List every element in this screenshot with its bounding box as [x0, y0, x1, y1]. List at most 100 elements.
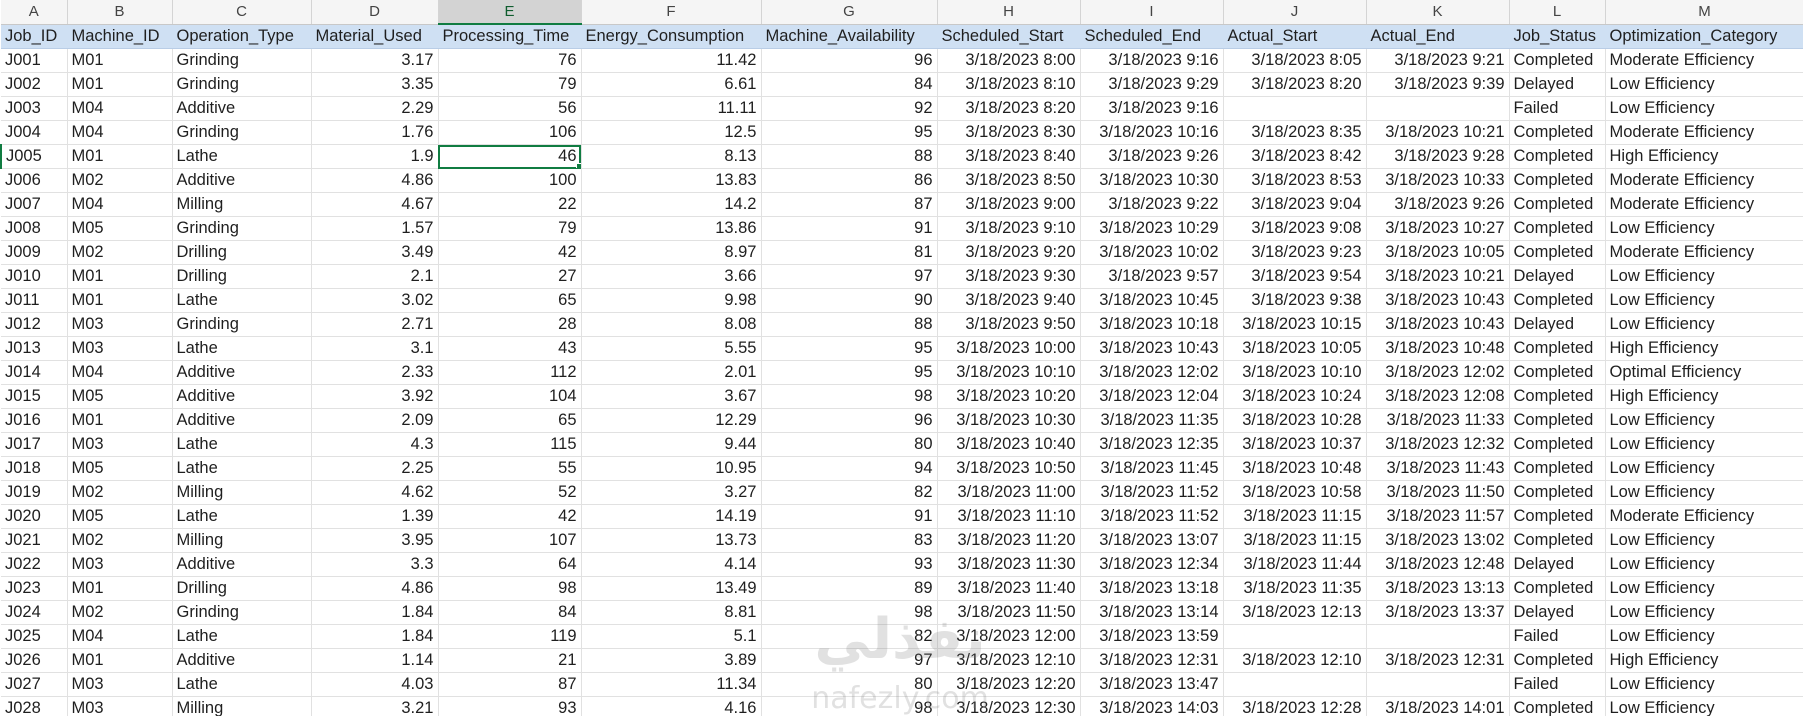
- table-cell[interactable]: 3/18/2023 11:10: [937, 504, 1081, 529]
- table-cell[interactable]: M04: [67, 120, 173, 145]
- table-cell[interactable]: Lathe: [172, 288, 312, 313]
- table-cell[interactable]: Grinding: [172, 48, 312, 73]
- table-cell[interactable]: 3/18/2023 9:00: [937, 192, 1081, 217]
- table-cell[interactable]: 2.29: [311, 96, 439, 121]
- table-cell[interactable]: 11.11: [581, 96, 762, 121]
- table-cell[interactable]: 81: [761, 240, 938, 265]
- table-cell[interactable]: M03: [67, 552, 173, 577]
- table-cell[interactable]: 91: [761, 504, 938, 529]
- table-cell[interactable]: 98: [761, 600, 938, 625]
- table-cell[interactable]: 22: [438, 192, 582, 217]
- table-cell[interactable]: 3/18/2023 8:20: [1223, 72, 1367, 97]
- table-cell[interactable]: M02: [67, 528, 173, 553]
- table-cell[interactable]: Moderate Efficiency: [1605, 120, 1803, 145]
- table-cell[interactable]: 3/18/2023 12:02: [1366, 360, 1510, 385]
- table-cell[interactable]: 94: [761, 456, 938, 481]
- table-cell[interactable]: 8.97: [581, 240, 762, 265]
- table-cell[interactable]: 90: [761, 288, 938, 313]
- table-cell[interactable]: J028: [1, 696, 68, 716]
- table-cell[interactable]: 3/18/2023 9:26: [1366, 192, 1510, 217]
- table-cell[interactable]: 4.86: [311, 576, 439, 601]
- table-cell[interactable]: 12.5: [581, 120, 762, 145]
- table-cell[interactable]: 115: [438, 432, 582, 457]
- table-cell[interactable]: 3/18/2023 11:50: [937, 600, 1081, 625]
- header-cell[interactable]: Scheduled_Start: [937, 24, 1081, 49]
- table-cell[interactable]: Lathe: [172, 504, 312, 529]
- table-cell[interactable]: 91: [761, 216, 938, 241]
- table-cell[interactable]: 3/18/2023 10:50: [937, 456, 1081, 481]
- table-cell[interactable]: M02: [67, 480, 173, 505]
- table-cell[interactable]: 3/18/2023 11:50: [1366, 480, 1510, 505]
- table-cell[interactable]: J020: [1, 504, 68, 529]
- table-cell[interactable]: Completed: [1509, 360, 1606, 385]
- table-cell[interactable]: 4.86: [311, 168, 439, 193]
- table-cell[interactable]: 3.3: [311, 552, 439, 577]
- table-cell[interactable]: 3/18/2023 9:57: [1080, 264, 1224, 289]
- header-cell[interactable]: Actual_End: [1366, 24, 1510, 49]
- table-cell[interactable]: 3/18/2023 10:28: [1223, 408, 1367, 433]
- table-cell[interactable]: M05: [67, 456, 173, 481]
- table-cell[interactable]: Moderate Efficiency: [1605, 168, 1803, 193]
- table-cell[interactable]: 11.34: [581, 672, 762, 697]
- table-cell[interactable]: 1.39: [311, 504, 439, 529]
- table-cell[interactable]: Additive: [172, 360, 312, 385]
- table-cell[interactable]: J005: [0, 144, 68, 169]
- table-cell[interactable]: 4.03: [311, 672, 439, 697]
- table-cell[interactable]: 3/18/2023 10:48: [1223, 456, 1367, 481]
- table-cell[interactable]: Additive: [172, 168, 312, 193]
- table-cell[interactable]: 3/18/2023 12:48: [1366, 552, 1510, 577]
- table-cell[interactable]: 5.1: [581, 624, 762, 649]
- table-cell[interactable]: 3/18/2023 12:31: [1366, 648, 1510, 673]
- table-cell[interactable]: 3/18/2023 12:32: [1366, 432, 1510, 457]
- table-cell[interactable]: Lathe: [172, 456, 312, 481]
- table-cell[interactable]: M03: [67, 696, 173, 716]
- table-cell[interactable]: Completed: [1509, 216, 1606, 241]
- table-cell[interactable]: 9.44: [581, 432, 762, 457]
- column-letter-c[interactable]: C: [172, 0, 312, 25]
- table-cell[interactable]: 96: [761, 408, 938, 433]
- table-cell[interactable]: 93: [761, 552, 938, 577]
- table-cell[interactable]: 3/18/2023 13:59: [1080, 624, 1224, 649]
- column-letter-m[interactable]: M: [1605, 0, 1803, 25]
- table-cell[interactable]: 3/18/2023 10:21: [1366, 120, 1510, 145]
- table-cell[interactable]: J019: [1, 480, 68, 505]
- table-cell[interactable]: 89: [761, 576, 938, 601]
- table-cell[interactable]: 3/18/2023 9:04: [1223, 192, 1367, 217]
- table-cell[interactable]: 3/18/2023 12:10: [1223, 648, 1367, 673]
- table-cell[interactable]: J017: [1, 432, 68, 457]
- table-cell[interactable]: J021: [1, 528, 68, 553]
- table-cell[interactable]: Completed: [1509, 408, 1606, 433]
- table-cell[interactable]: 11.42: [581, 48, 762, 73]
- table-cell[interactable]: 3/18/2023 11:20: [937, 528, 1081, 553]
- table-cell[interactable]: Delayed: [1509, 72, 1606, 97]
- table-cell[interactable]: 3/18/2023 10:45: [1080, 288, 1224, 313]
- table-cell[interactable]: 4.14: [581, 552, 762, 577]
- table-cell[interactable]: Low Efficiency: [1605, 600, 1803, 625]
- table-cell[interactable]: 3/18/2023 10:05: [1366, 240, 1510, 265]
- table-cell[interactable]: J002: [1, 72, 68, 97]
- table-cell[interactable]: Completed: [1509, 240, 1606, 265]
- table-cell[interactable]: [1223, 672, 1367, 697]
- table-cell[interactable]: 3/18/2023 12:10: [937, 648, 1081, 673]
- table-cell[interactable]: 84: [761, 72, 938, 97]
- table-cell[interactable]: 3/18/2023 11:52: [1080, 504, 1224, 529]
- table-cell[interactable]: 3/18/2023 8:30: [937, 120, 1081, 145]
- table-cell[interactable]: 13.83: [581, 168, 762, 193]
- table-cell[interactable]: 3/18/2023 12:04: [1080, 384, 1224, 409]
- table-cell[interactable]: 3/18/2023 9:21: [1366, 48, 1510, 73]
- table-cell[interactable]: 3/18/2023 10:16: [1080, 120, 1224, 145]
- table-cell[interactable]: Milling: [172, 528, 312, 553]
- column-letter-e[interactable]: E: [438, 0, 582, 25]
- table-cell[interactable]: 3/18/2023 10:30: [937, 408, 1081, 433]
- table-cell[interactable]: J016: [1, 408, 68, 433]
- table-cell[interactable]: 79: [438, 216, 582, 241]
- table-cell[interactable]: 27: [438, 264, 582, 289]
- table-cell[interactable]: J011: [1, 288, 68, 313]
- table-cell[interactable]: 52: [438, 480, 582, 505]
- table-cell[interactable]: J026: [1, 648, 68, 673]
- table-cell[interactable]: 3/18/2023 12:34: [1080, 552, 1224, 577]
- header-cell[interactable]: Scheduled_End: [1080, 24, 1224, 49]
- table-cell[interactable]: M01: [67, 264, 173, 289]
- table-cell[interactable]: 3/18/2023 8:42: [1223, 144, 1367, 169]
- table-cell[interactable]: 3.17: [311, 48, 439, 73]
